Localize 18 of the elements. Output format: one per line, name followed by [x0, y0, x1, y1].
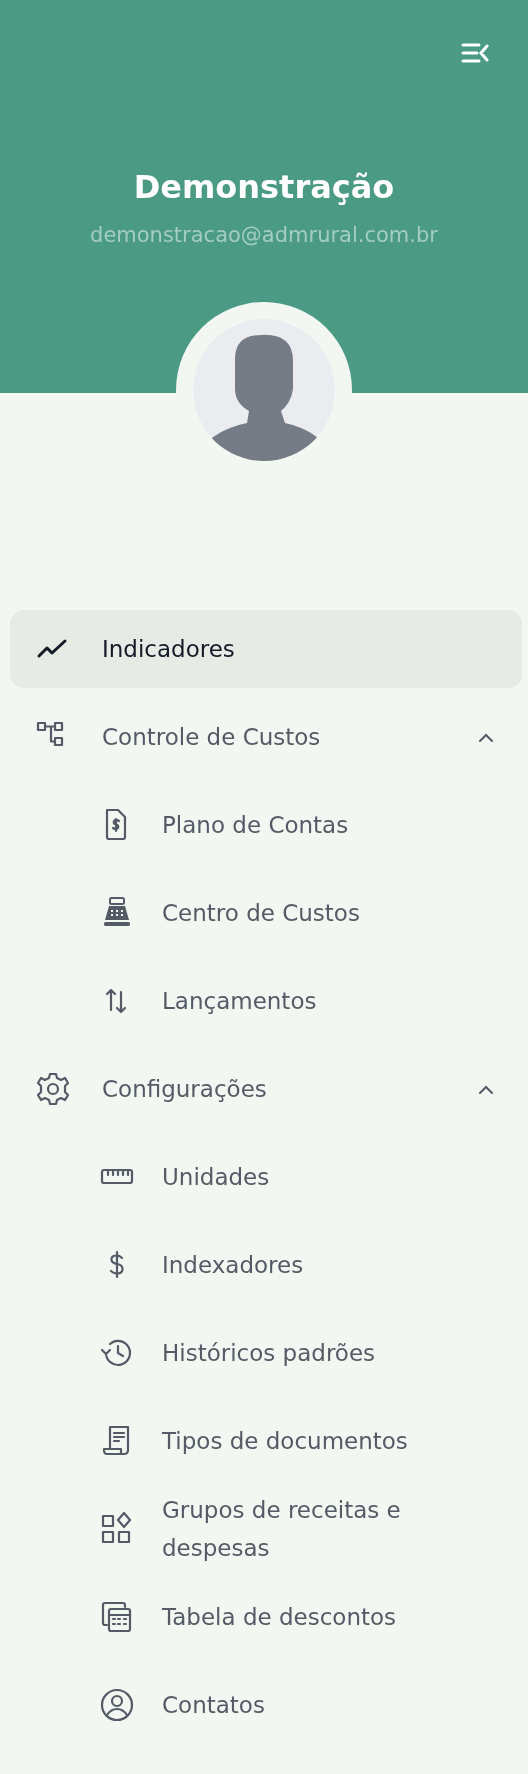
menu-item[interactable]: Lançamentos [10, 962, 522, 1040]
menu-item[interactable]: Configurações [10, 1050, 522, 1128]
menu-item[interactable]: Tipos de documentos [10, 1402, 522, 1480]
gear-icon [34, 1070, 72, 1108]
menu-item[interactable]: Contatos [10, 1666, 522, 1744]
menu-collapse-button[interactable] [461, 42, 489, 64]
menu-item[interactable]: Centro de Custos [10, 874, 522, 952]
menu-item[interactable]: Plano de Contas [10, 786, 522, 864]
menu-item[interactable]: Tabela de descontos [10, 1578, 522, 1656]
menu-item[interactable]: Indexadores [10, 1226, 522, 1304]
menu-item[interactable]: Unidades [10, 1138, 522, 1216]
menu-item[interactable]: Controle de Custos [10, 698, 522, 776]
menu-item[interactable]: Históricos padrões [10, 1314, 522, 1392]
user-circle-icon [98, 1686, 136, 1724]
menu-item[interactable]: Grupos de receitas e despesas [10, 1490, 522, 1568]
user-name: Demonstração [133, 168, 395, 207]
user-email: demonstracao@admrural.com.br [90, 222, 438, 250]
menu-item[interactable]: Indicadores [10, 610, 522, 688]
